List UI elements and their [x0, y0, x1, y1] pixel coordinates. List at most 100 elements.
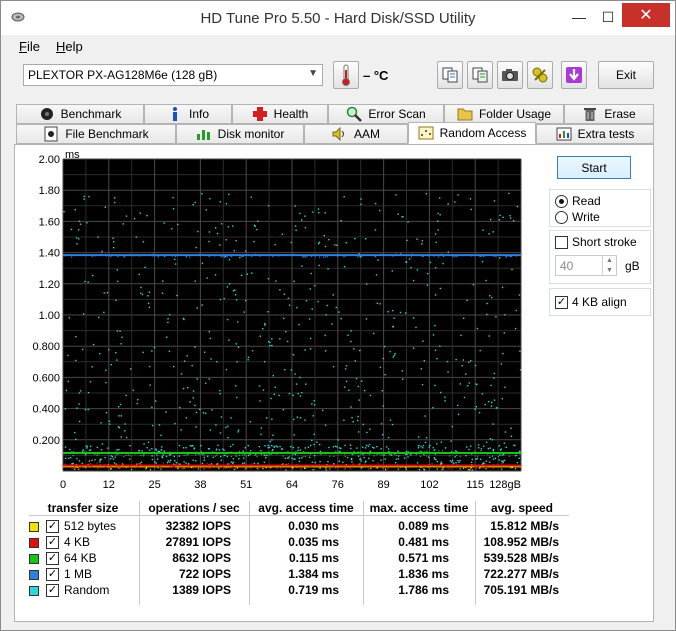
- random-point: [89, 445, 92, 447]
- align-checkbox[interactable]: ✓ 4 KB align: [555, 295, 627, 309]
- tab-health[interactable]: Health: [232, 104, 328, 124]
- series-point: [225, 465, 228, 467]
- random-point: [397, 455, 400, 457]
- read-radio[interactable]: Read: [555, 194, 601, 208]
- series-point: [208, 254, 210, 257]
- short-stroke-checkbox[interactable]: Short stroke: [555, 235, 637, 249]
- start-button[interactable]: Start: [557, 156, 631, 179]
- options-button[interactable]: [527, 61, 553, 89]
- tab-extra-tests[interactable]: Extra tests: [536, 124, 654, 144]
- random-point: [304, 349, 306, 351]
- random-point: [360, 203, 362, 206]
- tab-info[interactable]: Info: [144, 104, 232, 124]
- series-point: [465, 464, 467, 466]
- random-point: [174, 422, 176, 425]
- random-point: [279, 338, 281, 340]
- random-point: [465, 446, 468, 448]
- random-point: [324, 424, 327, 426]
- series-point: [189, 256, 191, 258]
- copy-all-button[interactable]: [467, 61, 493, 89]
- random-point: [135, 236, 138, 238]
- menu-file[interactable]: File: [19, 39, 40, 54]
- thermometer-icon: [342, 64, 350, 86]
- random-point: [425, 192, 428, 195]
- header-transfer-size: transfer size: [47, 501, 119, 515]
- random-point: [271, 338, 273, 340]
- stroke-size-stepper[interactable]: 40 ▲ ▼: [555, 255, 617, 276]
- series-point: [479, 451, 481, 453]
- series-visible-checkbox[interactable]: ✓: [46, 536, 59, 549]
- random-point: [417, 436, 420, 438]
- random-point: [422, 444, 425, 447]
- tab-file-benchmark[interactable]: File Benchmark: [16, 124, 176, 144]
- series-point: [497, 463, 499, 465]
- save-button[interactable]: [561, 61, 587, 89]
- random-point: [78, 420, 81, 423]
- row-avg-access: 1.384 ms: [288, 567, 339, 581]
- maximize-button[interactable]: ☐: [594, 3, 622, 31]
- series-point: [352, 463, 354, 465]
- random-point: [279, 289, 281, 291]
- random-point: [373, 447, 375, 449]
- tab-benchmark[interactable]: Benchmark: [16, 104, 144, 124]
- series-point: [90, 452, 92, 454]
- temperature-button[interactable]: [333, 61, 359, 89]
- minimize-button[interactable]: —: [564, 3, 594, 31]
- series-point: [480, 255, 482, 257]
- random-point: [354, 360, 357, 362]
- series-visible-checkbox[interactable]: ✓: [46, 584, 59, 597]
- close-button[interactable]: ✕: [622, 3, 670, 27]
- drive-select[interactable]: PLEXTOR PX-AG128M6e (128 gB) ▼: [23, 64, 323, 86]
- random-point: [474, 364, 477, 367]
- series-point: [165, 452, 167, 455]
- tab-aam[interactable]: AAM: [304, 124, 408, 144]
- copy-info-button[interactable]: [437, 61, 463, 89]
- random-point: [203, 351, 206, 353]
- random-point: [318, 243, 320, 245]
- series-point: [383, 254, 385, 256]
- random-point: [380, 423, 383, 425]
- random-point: [389, 350, 391, 353]
- random-point: [79, 223, 82, 225]
- series-point: [295, 451, 297, 453]
- series-point: [387, 467, 389, 470]
- series-visible-checkbox[interactable]: ✓: [46, 568, 59, 581]
- tab-folder-usage[interactable]: Folder Usage: [444, 104, 564, 124]
- header-avg-access: avg. access time: [258, 501, 354, 515]
- random-point: [243, 462, 246, 464]
- random-point: [149, 449, 151, 451]
- series-point: [117, 255, 119, 258]
- random-point: [324, 334, 326, 337]
- write-radio[interactable]: Write: [555, 210, 600, 224]
- random-point: [107, 447, 109, 449]
- random-point: [99, 461, 101, 463]
- tab-disk-monitor[interactable]: Disk monitor: [176, 124, 304, 144]
- screenshot-button[interactable]: [497, 61, 523, 89]
- menu-help[interactable]: Help: [56, 39, 83, 54]
- exit-button[interactable]: Exit: [598, 61, 654, 89]
- series-point: [445, 465, 447, 467]
- random-point: [273, 445, 275, 448]
- series-point: [380, 253, 382, 255]
- random-point: [416, 462, 419, 464]
- random-point: [493, 399, 496, 401]
- series-visible-checkbox[interactable]: ✓: [46, 552, 59, 565]
- random-point: [332, 366, 335, 368]
- series-visible-checkbox[interactable]: ✓: [46, 520, 59, 533]
- tab-random-access[interactable]: Random Access: [408, 122, 536, 144]
- random-point: [478, 411, 481, 414]
- y-tick-label: 1.00: [39, 310, 60, 322]
- random-point: [208, 231, 211, 233]
- random-point: [505, 446, 507, 449]
- series-point: [73, 452, 76, 454]
- stepper-arrows-icon[interactable]: ▲ ▼: [602, 256, 616, 275]
- tab-error-scan[interactable]: Error Scan: [328, 104, 444, 124]
- random-point: [169, 461, 171, 463]
- series-point: [63, 464, 65, 467]
- random-point: [84, 280, 86, 283]
- tab-erase[interactable]: Erase: [564, 104, 654, 124]
- random-point: [176, 294, 178, 297]
- series-point: [220, 255, 222, 257]
- random-point: [305, 300, 308, 302]
- random-point: [297, 447, 299, 449]
